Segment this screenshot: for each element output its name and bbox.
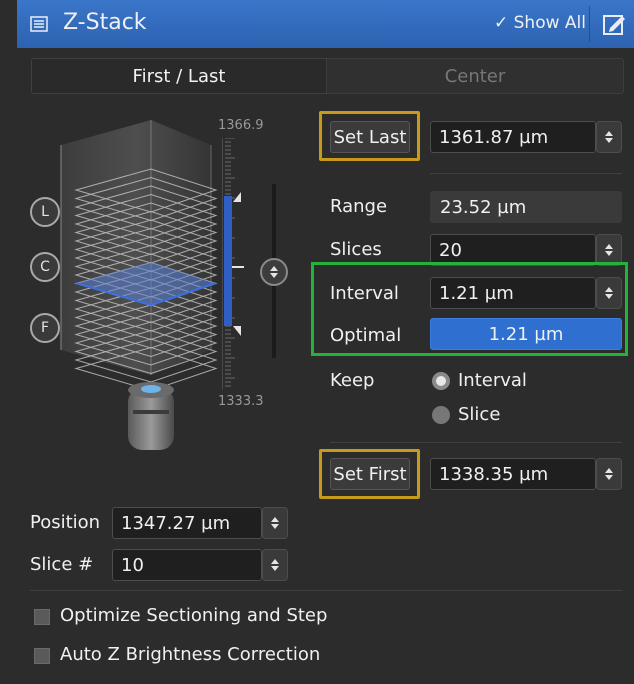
updown-arrows-icon xyxy=(270,266,278,278)
set-first-spinner[interactable] xyxy=(596,458,622,490)
keep-slice-label[interactable]: Slice xyxy=(458,404,500,425)
show-all-toggle[interactable]: ✓ Show All xyxy=(494,13,586,33)
checkmark-icon: ✓ xyxy=(493,13,509,33)
title-separator xyxy=(589,6,590,42)
keep-label: Keep xyxy=(330,370,375,391)
updown-arrows-icon xyxy=(605,244,613,256)
keep-interval-label[interactable]: Interval xyxy=(458,370,527,391)
title-bar: Z-Stack ✓ Show All xyxy=(17,0,634,48)
slice-number-label: Slice # xyxy=(30,554,94,575)
updown-arrows-icon xyxy=(605,131,613,143)
interval-field[interactable]: 1.21 µm xyxy=(430,277,596,309)
menu-icon[interactable] xyxy=(29,14,49,34)
z-range-bar xyxy=(224,196,232,326)
range-bottom-handle[interactable] xyxy=(233,326,241,336)
divider xyxy=(430,173,622,174)
focus-slider-knob[interactable] xyxy=(260,258,288,286)
optimize-sectioning-label[interactable]: Optimize Sectioning and Step xyxy=(60,605,327,626)
position-spinner[interactable] xyxy=(262,507,288,539)
optimal-label: Optimal xyxy=(330,325,402,346)
range-top-handle[interactable] xyxy=(233,192,241,202)
divider xyxy=(330,442,622,443)
slice-number-spinner[interactable] xyxy=(262,549,288,581)
set-last-button[interactable]: Set Last xyxy=(330,121,410,153)
divider xyxy=(30,590,622,591)
position-field[interactable]: 1347.27 µm xyxy=(112,507,262,539)
auto-z-brightness-label[interactable]: Auto Z Brightness Correction xyxy=(60,644,320,665)
current-position-mark xyxy=(232,266,244,268)
updown-arrows-icon xyxy=(605,287,613,299)
set-last-field[interactable]: 1361.87 µm xyxy=(430,121,596,153)
keep-slice-radio[interactable] xyxy=(432,406,450,424)
keep-interval-radio[interactable] xyxy=(432,372,450,390)
panel-title: Z-Stack xyxy=(63,10,147,35)
optimal-button[interactable]: 1.21 µm xyxy=(430,318,622,350)
range-value: 23.52 µm xyxy=(430,191,622,223)
tab-center[interactable]: Center xyxy=(326,58,624,94)
slices-label: Slices xyxy=(330,239,382,260)
marker-first[interactable]: F xyxy=(30,313,60,343)
auto-z-brightness-checkbox[interactable] xyxy=(34,648,50,664)
range-label: Range xyxy=(330,196,388,217)
updown-arrows-icon xyxy=(271,559,279,571)
set-last-spinner[interactable] xyxy=(596,121,622,153)
set-first-field[interactable]: 1338.35 µm xyxy=(430,458,596,490)
tab-first-last[interactable]: First / Last xyxy=(31,58,327,94)
z-stack-illustration xyxy=(38,110,278,470)
set-first-button[interactable]: Set First xyxy=(330,458,410,490)
updown-arrows-icon xyxy=(271,517,279,529)
position-label: Position xyxy=(30,512,101,533)
interval-spinner[interactable] xyxy=(596,277,622,309)
interval-label: Interval xyxy=(330,283,399,304)
marker-last[interactable]: L xyxy=(30,197,60,227)
z-stack-panel: Z-Stack ✓ Show All First / Last Center L… xyxy=(0,0,634,684)
marker-center[interactable]: C xyxy=(30,252,60,282)
show-all-label: Show All xyxy=(513,13,586,33)
scale-top-label: 1366.9 xyxy=(218,118,264,133)
optimize-sectioning-checkbox[interactable] xyxy=(34,609,50,625)
updown-arrows-icon xyxy=(605,468,613,480)
edit-icon[interactable] xyxy=(600,10,628,38)
scale-bottom-label: 1333.3 xyxy=(218,394,264,409)
slice-number-field[interactable]: 10 xyxy=(112,549,262,581)
